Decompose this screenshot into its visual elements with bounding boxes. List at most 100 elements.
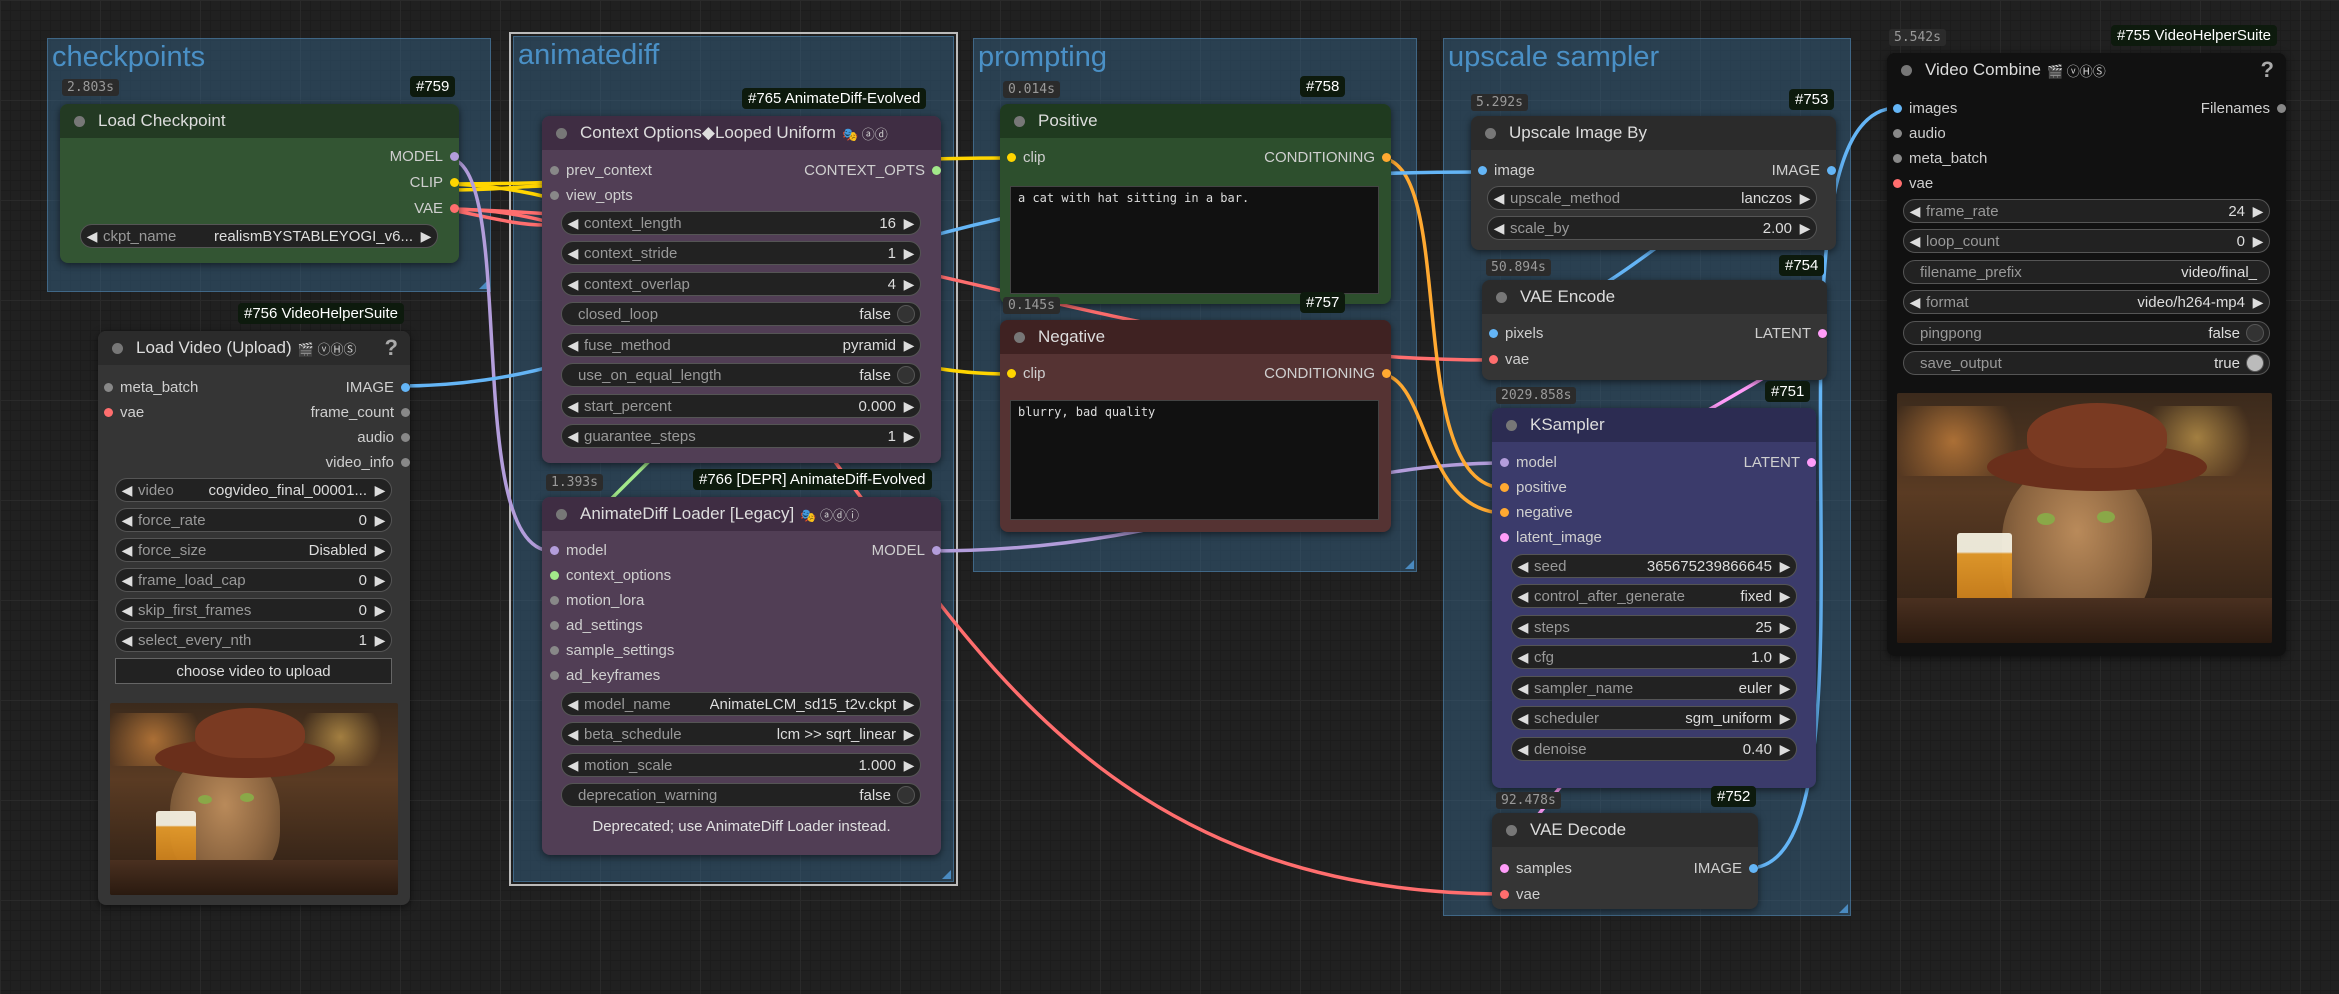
slot-dot[interactable] xyxy=(550,166,559,175)
arrow-right-icon[interactable]: ▶ xyxy=(2247,203,2269,220)
arrow-right-icon[interactable]: ▶ xyxy=(1794,220,1816,237)
arrow-left-icon[interactable]: ◀ xyxy=(562,276,584,293)
arrow-right-icon[interactable]: ▶ xyxy=(415,228,437,245)
arrow-right-icon[interactable]: ▶ xyxy=(1774,619,1796,636)
arrow-right-icon[interactable]: ▶ xyxy=(2247,233,2269,250)
slot-dot[interactable] xyxy=(1489,329,1498,338)
output-clip[interactable]: CLIP xyxy=(410,174,459,191)
node-header[interactable]: Upscale Image By xyxy=(1471,116,1836,150)
slot-dot[interactable] xyxy=(550,596,559,605)
input-pixels[interactable]: pixels xyxy=(1489,325,1543,342)
arrow-left-icon[interactable]: ◀ xyxy=(562,398,584,415)
input-view-opts[interactable]: view_opts xyxy=(550,187,633,204)
input-ad-keyframes[interactable]: ad_keyframes xyxy=(550,667,660,684)
widget-denoise[interactable]: ◀ denoise 0.40 ▶ xyxy=(1511,737,1797,761)
output-model[interactable]: MODEL xyxy=(390,148,459,165)
slot-dot[interactable] xyxy=(1007,153,1016,162)
input-samples[interactable]: samples xyxy=(1500,860,1572,877)
slot-dot[interactable] xyxy=(932,546,941,555)
output-conditioning[interactable]: CONDITIONING xyxy=(1264,365,1391,382)
slot-dot[interactable] xyxy=(450,152,459,161)
node-ksampler[interactable]: KSampler model positive negative latent_… xyxy=(1492,408,1816,788)
arrow-right-icon[interactable]: ▶ xyxy=(898,337,920,354)
arrow-right-icon[interactable]: ▶ xyxy=(1774,741,1796,758)
node-load-video[interactable]: Load Video (Upload) 🎬 ⓥⒽⓈ ? meta_batch v… xyxy=(98,331,410,905)
arrow-left-icon[interactable]: ◀ xyxy=(116,602,138,619)
input-clip[interactable]: clip xyxy=(1007,365,1046,382)
output-image[interactable]: IMAGE xyxy=(346,379,410,396)
collapse-dot[interactable] xyxy=(1014,116,1025,127)
widget-format[interactable]: ◀ format video/h264-mp4 ▶ xyxy=(1903,290,2270,314)
widget-context-overlap[interactable]: ◀ context_overlap 4 ▶ xyxy=(561,272,921,296)
input-prev-context[interactable]: prev_context xyxy=(550,162,652,179)
arrow-right-icon[interactable]: ▶ xyxy=(369,632,391,649)
input-model[interactable]: model xyxy=(550,542,607,559)
arrow-right-icon[interactable]: ▶ xyxy=(1774,649,1796,666)
slot-dot[interactable] xyxy=(550,621,559,630)
collapse-dot[interactable] xyxy=(1496,292,1507,303)
slot-dot[interactable] xyxy=(1382,153,1391,162)
input-clip[interactable]: clip xyxy=(1007,149,1046,166)
toggle-knob[interactable] xyxy=(897,305,915,323)
slot-dot[interactable] xyxy=(401,433,410,442)
arrow-right-icon[interactable]: ▶ xyxy=(898,276,920,293)
node-header[interactable]: Video Combine 🎬 ⓥⒽⓈ ? xyxy=(1887,53,2286,87)
arrow-left-icon[interactable]: ◀ xyxy=(116,512,138,529)
output-vae[interactable]: VAE xyxy=(414,200,459,217)
toggle-use-on-equal-length[interactable]: use_on_equal_length false xyxy=(561,363,921,387)
arrow-right-icon[interactable]: ▶ xyxy=(369,602,391,619)
slot-dot[interactable] xyxy=(450,204,459,213)
slot-dot[interactable] xyxy=(401,383,410,392)
arrow-left-icon[interactable]: ◀ xyxy=(81,228,103,245)
toggle-knob[interactable] xyxy=(897,786,915,804)
output-image[interactable]: IMAGE xyxy=(1694,860,1758,877)
input-context-options[interactable]: context_options xyxy=(550,567,671,584)
slot-dot[interactable] xyxy=(104,408,113,417)
input-vae[interactable]: vae xyxy=(1489,351,1529,368)
node-header[interactable]: AnimateDiff Loader [Legacy] 🎭 ⓐⓓⓘ xyxy=(542,497,941,531)
arrow-left-icon[interactable]: ◀ xyxy=(1904,233,1926,250)
node-vae-encode[interactable]: VAE Encode pixels vae LATENT xyxy=(1482,280,1827,380)
collapse-dot[interactable] xyxy=(556,509,567,520)
arrow-left-icon[interactable]: ◀ xyxy=(562,696,584,713)
slot-dot[interactable] xyxy=(1500,483,1509,492)
widget-scale-by[interactable]: ◀ scale_by 2.00 ▶ xyxy=(1487,216,1817,240)
arrow-left-icon[interactable]: ◀ xyxy=(116,542,138,559)
widget-skip-first-frames[interactable]: ◀ skip_first_frames 0 ▶ xyxy=(115,598,392,622)
toggle-knob[interactable] xyxy=(2246,354,2264,372)
slot-dot[interactable] xyxy=(1893,154,1902,163)
arrow-left-icon[interactable]: ◀ xyxy=(1488,220,1510,237)
output-context-opts[interactable]: CONTEXT_OPTS xyxy=(804,162,941,179)
arrow-left-icon[interactable]: ◀ xyxy=(562,428,584,445)
widget-model-name[interactable]: ◀ model_name AnimateLCM_sd15_t2v.ckpt ▶ xyxy=(561,692,921,716)
collapse-dot[interactable] xyxy=(556,128,567,139)
input-motion-lora[interactable]: motion_lora xyxy=(550,592,644,609)
slot-dot[interactable] xyxy=(1007,369,1016,378)
arrow-left-icon[interactable]: ◀ xyxy=(1512,741,1534,758)
node-header[interactable]: Negative xyxy=(1000,320,1391,354)
arrow-left-icon[interactable]: ◀ xyxy=(1512,680,1534,697)
node-vae-decode[interactable]: VAE Decode samples vae IMAGE xyxy=(1492,813,1758,909)
arrow-left-icon[interactable]: ◀ xyxy=(1512,619,1534,636)
input-negative[interactable]: negative xyxy=(1500,504,1573,521)
slot-dot[interactable] xyxy=(1893,129,1902,138)
collapse-dot[interactable] xyxy=(1901,65,1912,76)
toggle-save-output[interactable]: save_output true xyxy=(1903,351,2270,375)
arrow-left-icon[interactable]: ◀ xyxy=(1904,203,1926,220)
widget-fuse-method[interactable]: ◀ fuse_method pyramid ▶ xyxy=(561,333,921,357)
node-header[interactable]: KSampler xyxy=(1492,408,1816,442)
slot-dot[interactable] xyxy=(1500,864,1509,873)
widget-start-percent[interactable]: ◀ start_percent 0.000 ▶ xyxy=(561,394,921,418)
arrow-left-icon[interactable]: ◀ xyxy=(562,245,584,262)
input-image[interactable]: image xyxy=(1478,162,1535,179)
input-vae[interactable]: vae xyxy=(1500,886,1540,903)
widget-beta-schedule[interactable]: ◀ beta_schedule lcm >> sqrt_linear ▶ xyxy=(561,722,921,746)
help-icon[interactable]: ? xyxy=(385,335,398,361)
input-audio[interactable]: audio xyxy=(1893,125,1946,142)
slot-dot[interactable] xyxy=(1489,355,1498,364)
slot-dot[interactable] xyxy=(1749,864,1758,873)
input-images[interactable]: images xyxy=(1893,100,1957,117)
node-context-options[interactable]: Context Options◆Looped Uniform 🎭 ⓐⓓ prev… xyxy=(542,116,941,463)
arrow-left-icon[interactable]: ◀ xyxy=(1488,190,1510,207)
widget-loop-count[interactable]: ◀ loop_count 0 ▶ xyxy=(1903,229,2270,253)
